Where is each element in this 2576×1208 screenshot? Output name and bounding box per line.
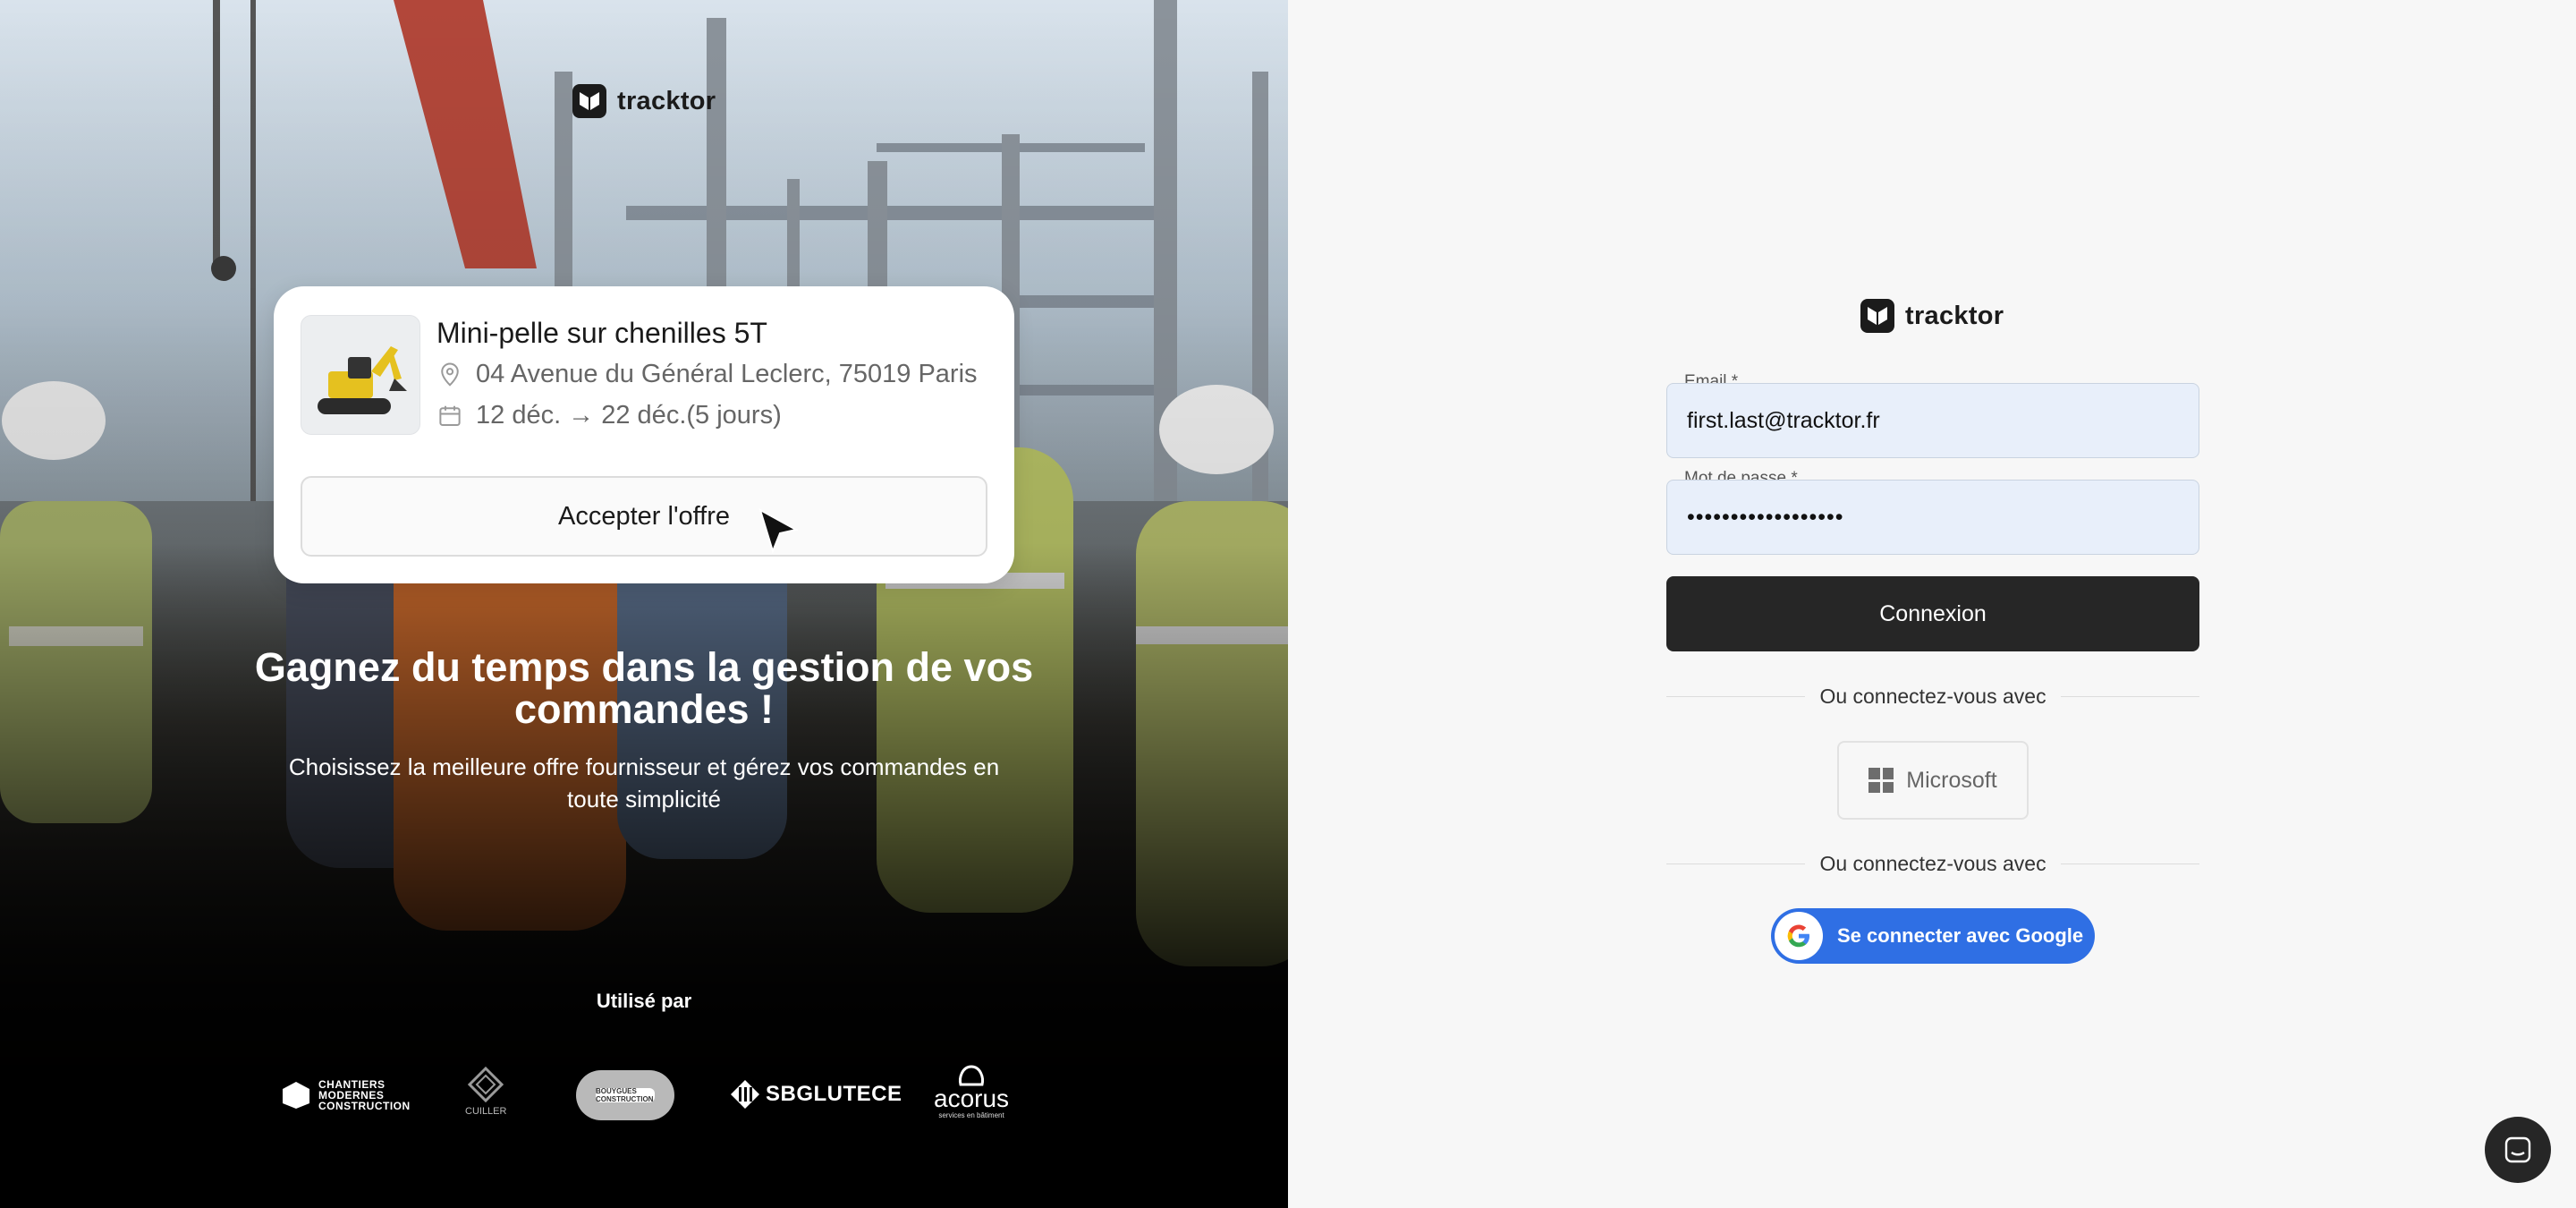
offer-address: 04 Avenue du Général Leclerc, 75019 Pari… (476, 360, 978, 388)
support-chat-button[interactable] (2485, 1117, 2551, 1183)
tracktor-logo-icon (1860, 299, 1894, 333)
chantiers-mark-icon (283, 1082, 309, 1109)
accept-offer-button[interactable]: Accepter l'offre (301, 476, 987, 557)
divider-alt-login: Ou connectez-vous avec (1666, 850, 2199, 877)
partner-acorus-name: acorus (934, 1085, 1010, 1112)
offer-card: Mini-pelle sur chenilles 5T 04 Avenue du… (274, 286, 1014, 583)
cuiller-mark-icon (468, 1067, 504, 1102)
brand-name: tracktor (617, 86, 716, 115)
brand-name: tracktor (1905, 301, 2004, 330)
google-icon (1775, 912, 1823, 960)
hero-brand-logo: tracktor (572, 84, 716, 118)
partner-logo-cuiller: CUILLER (465, 1067, 506, 1117)
partner-logo-acorus: acorus services en bâtiment (934, 1065, 1009, 1119)
hero-panel: tracktor Mini-pelle sur chenilles 5T 04 … (0, 0, 1288, 1208)
hero-headline: Gagnez du temps dans la gestion de vos c… (254, 644, 1034, 733)
used-by-label: Utilisé par (596, 990, 692, 1012)
divider-text: Ou connectez-vous avec (1819, 684, 2046, 708)
email-field[interactable]: first.last@tracktor.fr (1666, 383, 2199, 458)
login-brand-logo: tracktor (1860, 299, 2004, 333)
microsoft-label: Microsoft (1906, 767, 1997, 793)
partner-acorus-tagline: services en bâtiment (938, 1111, 1004, 1119)
partner-logo-sbg-lutece: SBGLUTECE (730, 1079, 902, 1110)
microsoft-login-button[interactable]: Microsoft (1837, 741, 2029, 820)
partner-logos: CHANTIERS MODERNES CONSTRUCTION CUILLER … (268, 1065, 1029, 1127)
login-submit-button[interactable]: Connexion (1666, 576, 2199, 651)
offer-title: Mini-pelle sur chenilles 5T (436, 317, 767, 349)
offer-dates-row: 12 déc. → 22 déc.(5 jours) (436, 401, 782, 430)
password-field[interactable]: •••••••••••••••••• (1666, 480, 2199, 555)
microsoft-icon (1868, 768, 1894, 793)
calendar-icon (439, 405, 461, 426)
divider-text: Ou connectez-vous avec (1819, 851, 2046, 875)
google-login-button[interactable]: Se connecter avec Google (1771, 908, 2095, 964)
partner-logo-bouygues: BOUYGUES CONSTRUCTION (576, 1070, 674, 1120)
location-pin-icon (441, 362, 459, 387)
partner-bouygues-name: BOUYGUES CONSTRUCTION (596, 1087, 655, 1103)
divider-alt-login: Ou connectez-vous avec (1666, 683, 2199, 710)
sbg-mark-icon (731, 1080, 759, 1109)
cursor-icon (758, 508, 798, 555)
partner-logo-chantiers-modernes: CHANTIERS MODERNES CONSTRUCTION (281, 1077, 411, 1113)
hero-subtitle: Choisissez la meilleure offre fournisseu… (288, 753, 1000, 812)
google-label: Se connecter avec Google (1837, 924, 2084, 947)
offer-dates: 12 déc. → 22 déc.(5 jours) (476, 401, 782, 430)
chat-icon (2504, 1136, 2531, 1163)
excavator-thumbnail (301, 315, 420, 435)
acorus-mark-icon (959, 1065, 984, 1086)
partner-sbg-name: SBGLUTECE (766, 1082, 902, 1106)
construction-site-background (0, 0, 1288, 1208)
partner-cuiller-name: CUILLER (465, 1106, 507, 1117)
login-panel: tracktor Email * first.last@tracktor.fr … (1288, 0, 2576, 1208)
partner-chantiers-name: CHANTIERS MODERNES CONSTRUCTION (318, 1078, 411, 1112)
offer-address-row: 04 Avenue du Général Leclerc, 75019 Pari… (436, 360, 978, 389)
tracktor-logo-icon (572, 84, 606, 118)
